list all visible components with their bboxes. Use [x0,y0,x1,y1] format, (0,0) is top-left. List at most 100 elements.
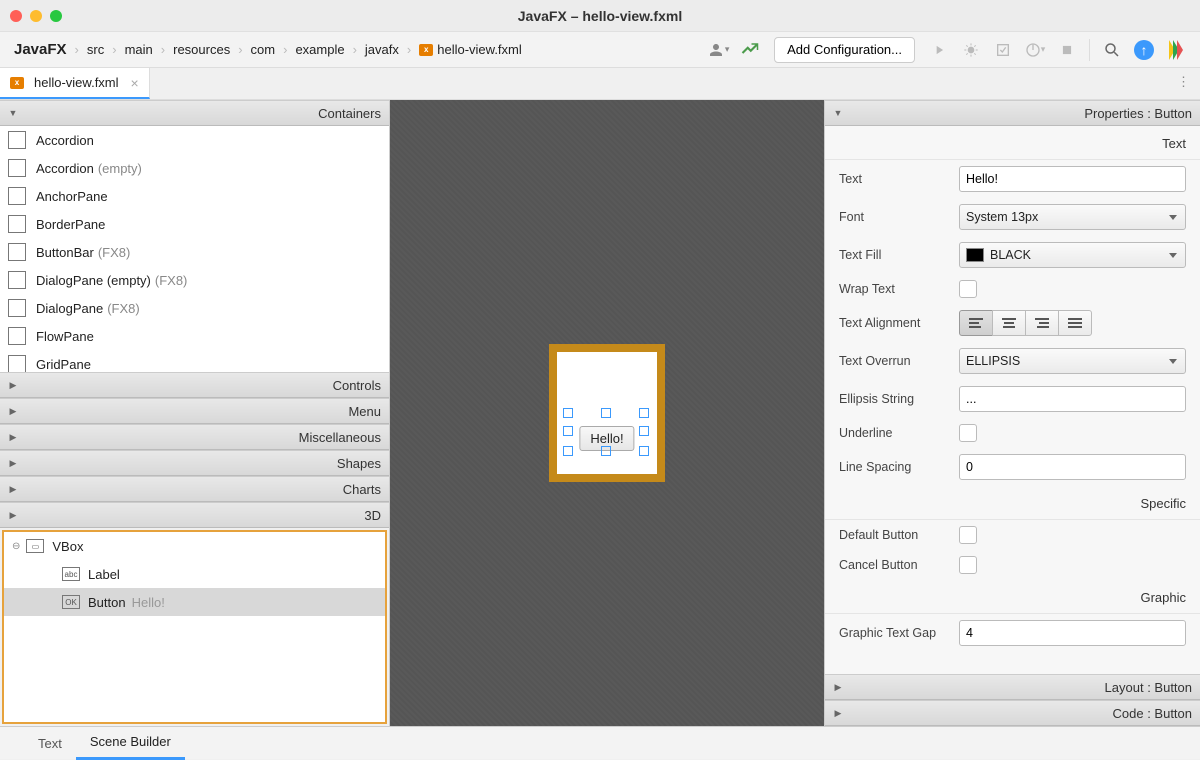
toolbox-icon[interactable] [1164,38,1188,62]
build-icon[interactable] [738,38,762,62]
breadcrumb-item[interactable]: src [81,38,110,62]
library-section-misc[interactable]: ▶Miscellaneous [0,424,389,450]
tab-overflow-icon[interactable]: ⋮ [1177,74,1190,90]
stop-icon[interactable] [1055,38,1079,62]
chevron-down-icon: ▼ [833,108,843,118]
window-close-button[interactable] [10,10,22,22]
library-item-label: FlowPane [36,329,94,344]
library-item[interactable]: Accordion (empty) [0,154,389,182]
library-item[interactable]: AnchorPane [0,182,389,210]
selection-handle[interactable] [601,408,611,418]
breadcrumb-file[interactable]: x hello-view.fxml [413,38,528,62]
align-left-button[interactable] [959,310,993,336]
wraptext-checkbox[interactable] [959,280,977,298]
breadcrumb-item[interactable]: javafx [359,38,405,62]
library-item[interactable]: Accordion [0,126,389,154]
library-section-shapes[interactable]: ▶Shapes [0,450,389,476]
window-minimize-button[interactable] [30,10,42,22]
prop-label-graphicgap: Graphic Text Gap [839,626,959,640]
breadcrumb-root[interactable]: JavaFX [8,38,73,62]
chevron-right-icon: ▶ [8,432,18,443]
linespacing-input[interactable] [959,454,1186,480]
library-item[interactable]: ButtonBar (FX8) [0,238,389,266]
inspector-section-layout[interactable]: ▶Layout : Button [825,674,1200,700]
hierarchy-row-button[interactable]: OK Button Hello! [4,588,385,616]
align-center-button[interactable] [992,310,1026,336]
library-section-containers[interactable]: ▼ Containers [0,100,389,126]
text-overrun-combo[interactable]: ELLIPSIS [959,348,1186,374]
library-item-extra: (FX8) [98,245,131,260]
collapse-icon[interactable]: ⊖ [12,541,20,552]
sync-icon[interactable]: ↑ [1132,38,1156,62]
bottom-tab-scenebuilder[interactable]: Scene Builder [76,726,185,760]
coverage-icon[interactable] [991,38,1015,62]
design-canvas[interactable]: Hello! [390,100,824,726]
prop-label-alignment: Text Alignment [839,316,959,330]
chevron-right-icon: ▶ [8,484,18,495]
chevron-right-icon: › [112,42,116,57]
user-icon[interactable]: ▾ [706,38,730,62]
container-icon [8,215,26,233]
ellipsis-input[interactable] [959,386,1186,412]
debug-icon[interactable] [959,38,983,62]
font-combo[interactable]: System 13px [959,204,1186,230]
library-item[interactable]: DialogPane (FX8) [0,294,389,322]
breadcrumb-item[interactable]: com [245,38,282,62]
add-configuration-button[interactable]: Add Configuration... [774,37,915,63]
align-right-button[interactable] [1025,310,1059,336]
library-section-controls[interactable]: ▶Controls [0,372,389,398]
bottom-tab-text[interactable]: Text [24,728,76,759]
breadcrumb-label: resources [173,42,230,57]
section-title: Controls [24,378,381,393]
text-input[interactable] [959,166,1186,192]
hierarchy-row-vbox[interactable]: ⊖ ▭ VBox [4,532,385,560]
separator [1089,39,1090,61]
selection-handle[interactable] [639,446,649,456]
library-section-charts[interactable]: ▶Charts [0,476,389,502]
library-item[interactable]: FlowPane [0,322,389,350]
underline-checkbox[interactable] [959,424,977,442]
library-item-extra: (FX8) [155,273,188,288]
breadcrumb-item[interactable]: resources [167,38,236,62]
hierarchy-label: Button [88,595,126,610]
selection-handle[interactable] [563,408,573,418]
selection-handle[interactable] [601,446,611,456]
profile-icon[interactable]: ▾ [1023,38,1047,62]
align-justify-button[interactable] [1058,310,1092,336]
library-item-label: ButtonBar [36,245,94,260]
breadcrumb-item[interactable]: example [289,38,350,62]
library-item-label: Accordion [36,133,94,148]
breadcrumb-label: hello-view.fxml [437,42,522,57]
hierarchy-row-label[interactable]: abc Label [4,560,385,588]
cancel-button-checkbox[interactable] [959,556,977,574]
graphic-gap-input[interactable] [959,620,1186,646]
library-item[interactable]: BorderPane [0,210,389,238]
root-container[interactable]: Hello! [549,344,665,482]
library-item[interactable]: GridPane [0,350,389,372]
library-section-3d[interactable]: ▶3D [0,502,389,528]
library-item[interactable]: DialogPane (empty) (FX8) [0,266,389,294]
fxml-file-icon: x [419,44,433,56]
close-icon[interactable]: × [131,75,139,91]
editor-tab[interactable]: x hello-view.fxml × [0,68,150,99]
breadcrumb-item[interactable]: main [119,38,159,62]
prop-label-textfill: Text Fill [839,248,959,262]
library-item-label: DialogPane [36,301,103,316]
hierarchy-panel: ⊖ ▭ VBox abc Label OK Button Hello! [2,530,387,724]
breadcrumb-label: src [87,42,104,57]
chevron-right-icon: › [238,42,242,57]
default-button-checkbox[interactable] [959,526,977,544]
library-section-menu[interactable]: ▶Menu [0,398,389,424]
textfill-combo[interactable]: BLACK [959,242,1186,268]
selection-handle[interactable] [639,408,649,418]
library-item-label: BorderPane [36,217,105,232]
inspector-section-code[interactable]: ▶Code : Button [825,700,1200,726]
selection-handle[interactable] [563,446,573,456]
search-icon[interactable] [1100,38,1124,62]
window-zoom-button[interactable] [50,10,62,22]
library-item-label: DialogPane (empty) [36,273,151,288]
selection-handle[interactable] [563,426,573,436]
run-icon[interactable] [927,38,951,62]
inspector-section-properties[interactable]: ▼ Properties : Button [825,100,1200,126]
selection-handle[interactable] [639,426,649,436]
